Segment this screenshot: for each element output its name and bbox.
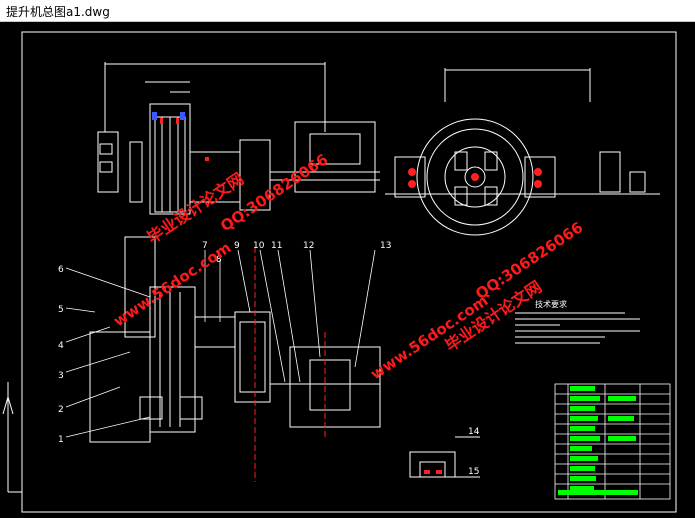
part-number-12: 12 (303, 241, 314, 251)
part-number-9: 9 (234, 241, 240, 251)
title-bar: 提升机总图a1.dwg (0, 0, 695, 22)
drawing-canvas[interactable]: 1 2 3 4 5 6 7 8 9 10 11 12 13 14 15 技术要求 (0, 22, 695, 518)
leader-lines (65, 249, 376, 438)
part-number-4: 4 (58, 341, 64, 351)
detail-red (424, 470, 442, 474)
technical-requirements: 技术要求 (515, 299, 640, 344)
flywheel-view (385, 68, 660, 236)
part-number-11: 11 (271, 241, 282, 251)
cad-drawing: 1 2 3 4 5 6 7 8 9 10 11 12 13 14 15 技术要求 (2, 31, 677, 513)
tech-requirements-title: 技术要求 (535, 299, 567, 309)
part-number-5: 5 (58, 305, 64, 315)
parts-list-entries (558, 386, 638, 495)
parts-list-table (554, 383, 671, 500)
window-title: 提升机总图a1.dwg (6, 5, 110, 19)
watermark-text-1: 毕业设计论文网 (144, 169, 247, 247)
part-number-15: 15 (468, 467, 479, 477)
watermarks: 毕业设计论文网 www.56doc.com QQ:306826066 www.5… (110, 150, 586, 383)
top-front-view (97, 62, 380, 215)
part-number-6: 6 (58, 265, 64, 275)
part-number-3: 3 (58, 371, 64, 381)
part-number-1: 1 (58, 435, 64, 445)
part-number-2: 2 (58, 405, 64, 415)
part-number-14: 14 (468, 427, 480, 437)
part-number-10: 10 (253, 241, 265, 251)
part-number-13: 13 (380, 241, 391, 251)
ucs-icon (2, 382, 22, 493)
main-hoist-view (89, 236, 381, 443)
blue-markers (152, 112, 185, 120)
